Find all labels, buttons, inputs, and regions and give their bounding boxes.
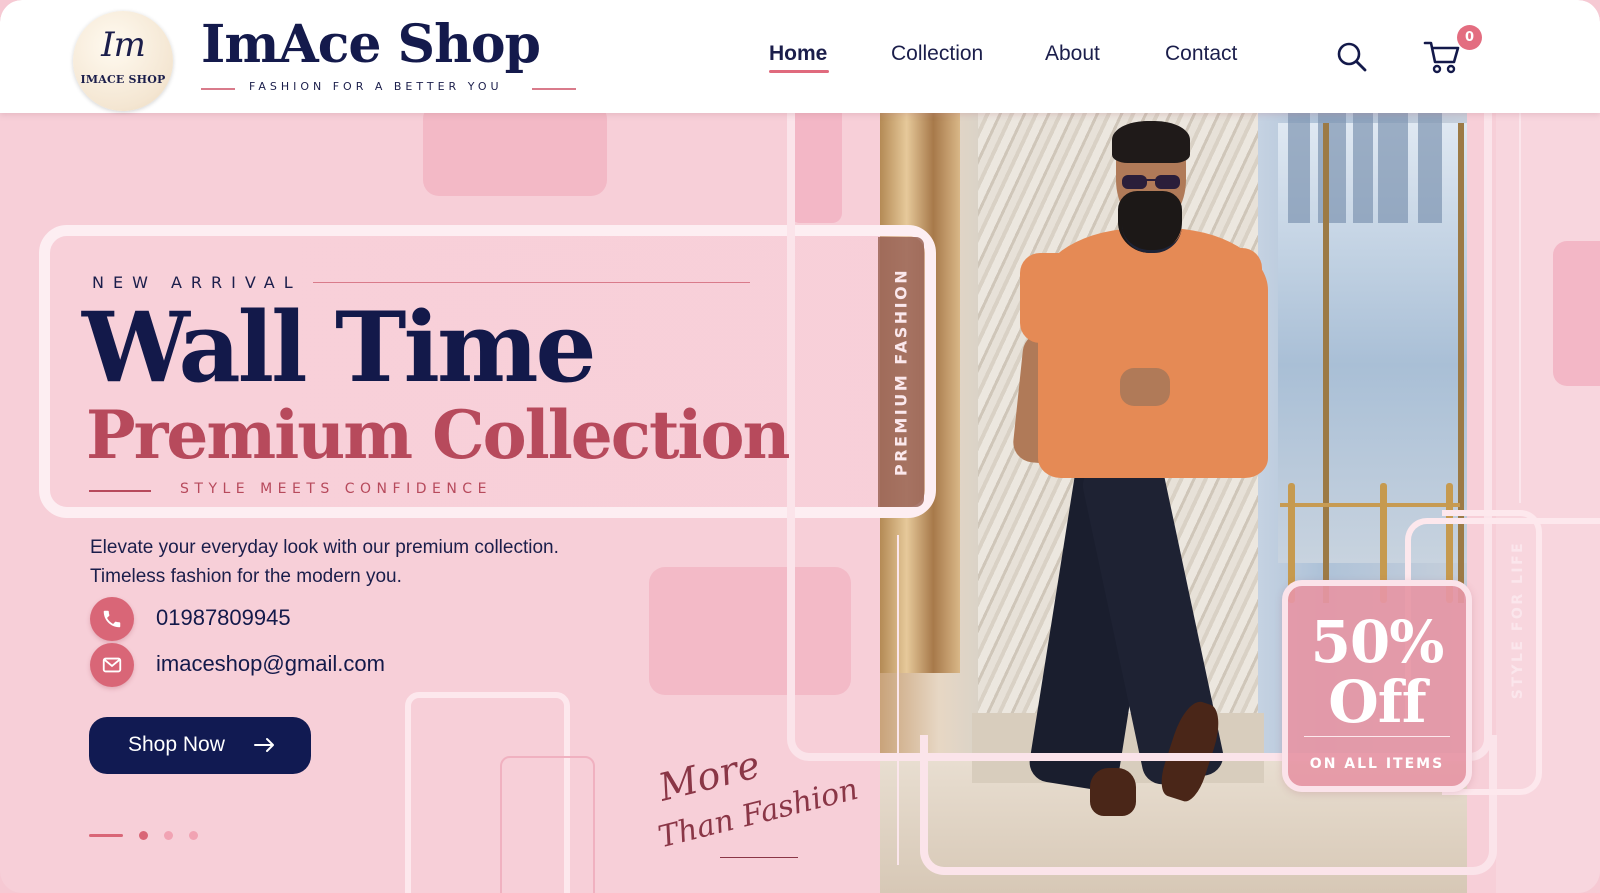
phone-number: 01987809945 [156, 605, 291, 630]
nav-item-about[interactable]: About [1045, 42, 1100, 66]
offer-percent: 50% Off [1310, 608, 1445, 736]
hero-subtitle: STYLE MEETS CONFIDENCE [180, 481, 492, 497]
mail-icon [90, 643, 134, 687]
more-than-fashion-script: More Than Fashion [640, 742, 862, 864]
slider-dot[interactable] [164, 831, 173, 840]
cart-icon[interactable] [1423, 38, 1461, 76]
slider-dot[interactable] [139, 831, 148, 840]
nav-item-contact[interactable]: Contact [1165, 42, 1237, 66]
phone-contact[interactable]: 01987809945 [90, 597, 410, 641]
cart-count-badge: 0 [1457, 25, 1482, 50]
shop-now-label: Shop Now [128, 733, 225, 756]
discount-offer-card[interactable]: 50% Off ON ALL ITEMS [1282, 580, 1472, 792]
nav-item-home[interactable]: Home [769, 42, 827, 66]
search-icon[interactable] [1336, 41, 1368, 73]
logo-monogram: Im [101, 25, 146, 65]
slider-dot[interactable] [189, 831, 198, 840]
decor-outline-frame [500, 756, 595, 893]
brand-name[interactable]: ImAce Shop [201, 14, 541, 75]
hero-title: Wall Time [82, 291, 597, 404]
premium-fashion-label: PREMIUM FASHION [891, 267, 911, 477]
offer-subtext: ON ALL ITEMS [1309, 756, 1445, 772]
subtitle-divider [89, 490, 151, 492]
decor-line [1519, 113, 1521, 503]
eyebrow-label: NEW ARRIVAL [92, 273, 302, 292]
hero-description: Elevate your everyday look with our prem… [90, 537, 559, 587]
email-address: imaceshop@gmail.com [156, 651, 385, 676]
decor-block [423, 103, 607, 196]
email-contact[interactable]: imaceshop@gmail.com [90, 643, 410, 687]
decor-block [1553, 241, 1600, 386]
eyebrow-divider [313, 282, 750, 283]
active-nav-underline [769, 70, 829, 73]
shop-now-button[interactable]: Shop Now [89, 717, 311, 774]
offer-divider [1304, 736, 1450, 737]
hero-title-accent: Premium Collection [86, 396, 791, 474]
arrow-right-icon [254, 738, 274, 752]
logo-text: IMACE SHOP [80, 73, 166, 86]
page-frame: PREMIUM FASHION STYLE FOR LIFE 50% Off O… [0, 0, 1600, 893]
nav-item-collection[interactable]: Collection [891, 42, 983, 66]
brand-tagline: FASHION FOR A BETTER YOU [201, 78, 576, 98]
brand-logo[interactable]: Im IMACE SHOP [73, 11, 173, 111]
phone-icon [90, 597, 134, 641]
site-header: Im IMACE SHOP ImAce Shop FASHION FOR A B… [0, 0, 1600, 113]
premium-fashion-tag: PREMIUM FASHION [878, 237, 924, 507]
slider-indicator-active[interactable] [89, 834, 123, 837]
